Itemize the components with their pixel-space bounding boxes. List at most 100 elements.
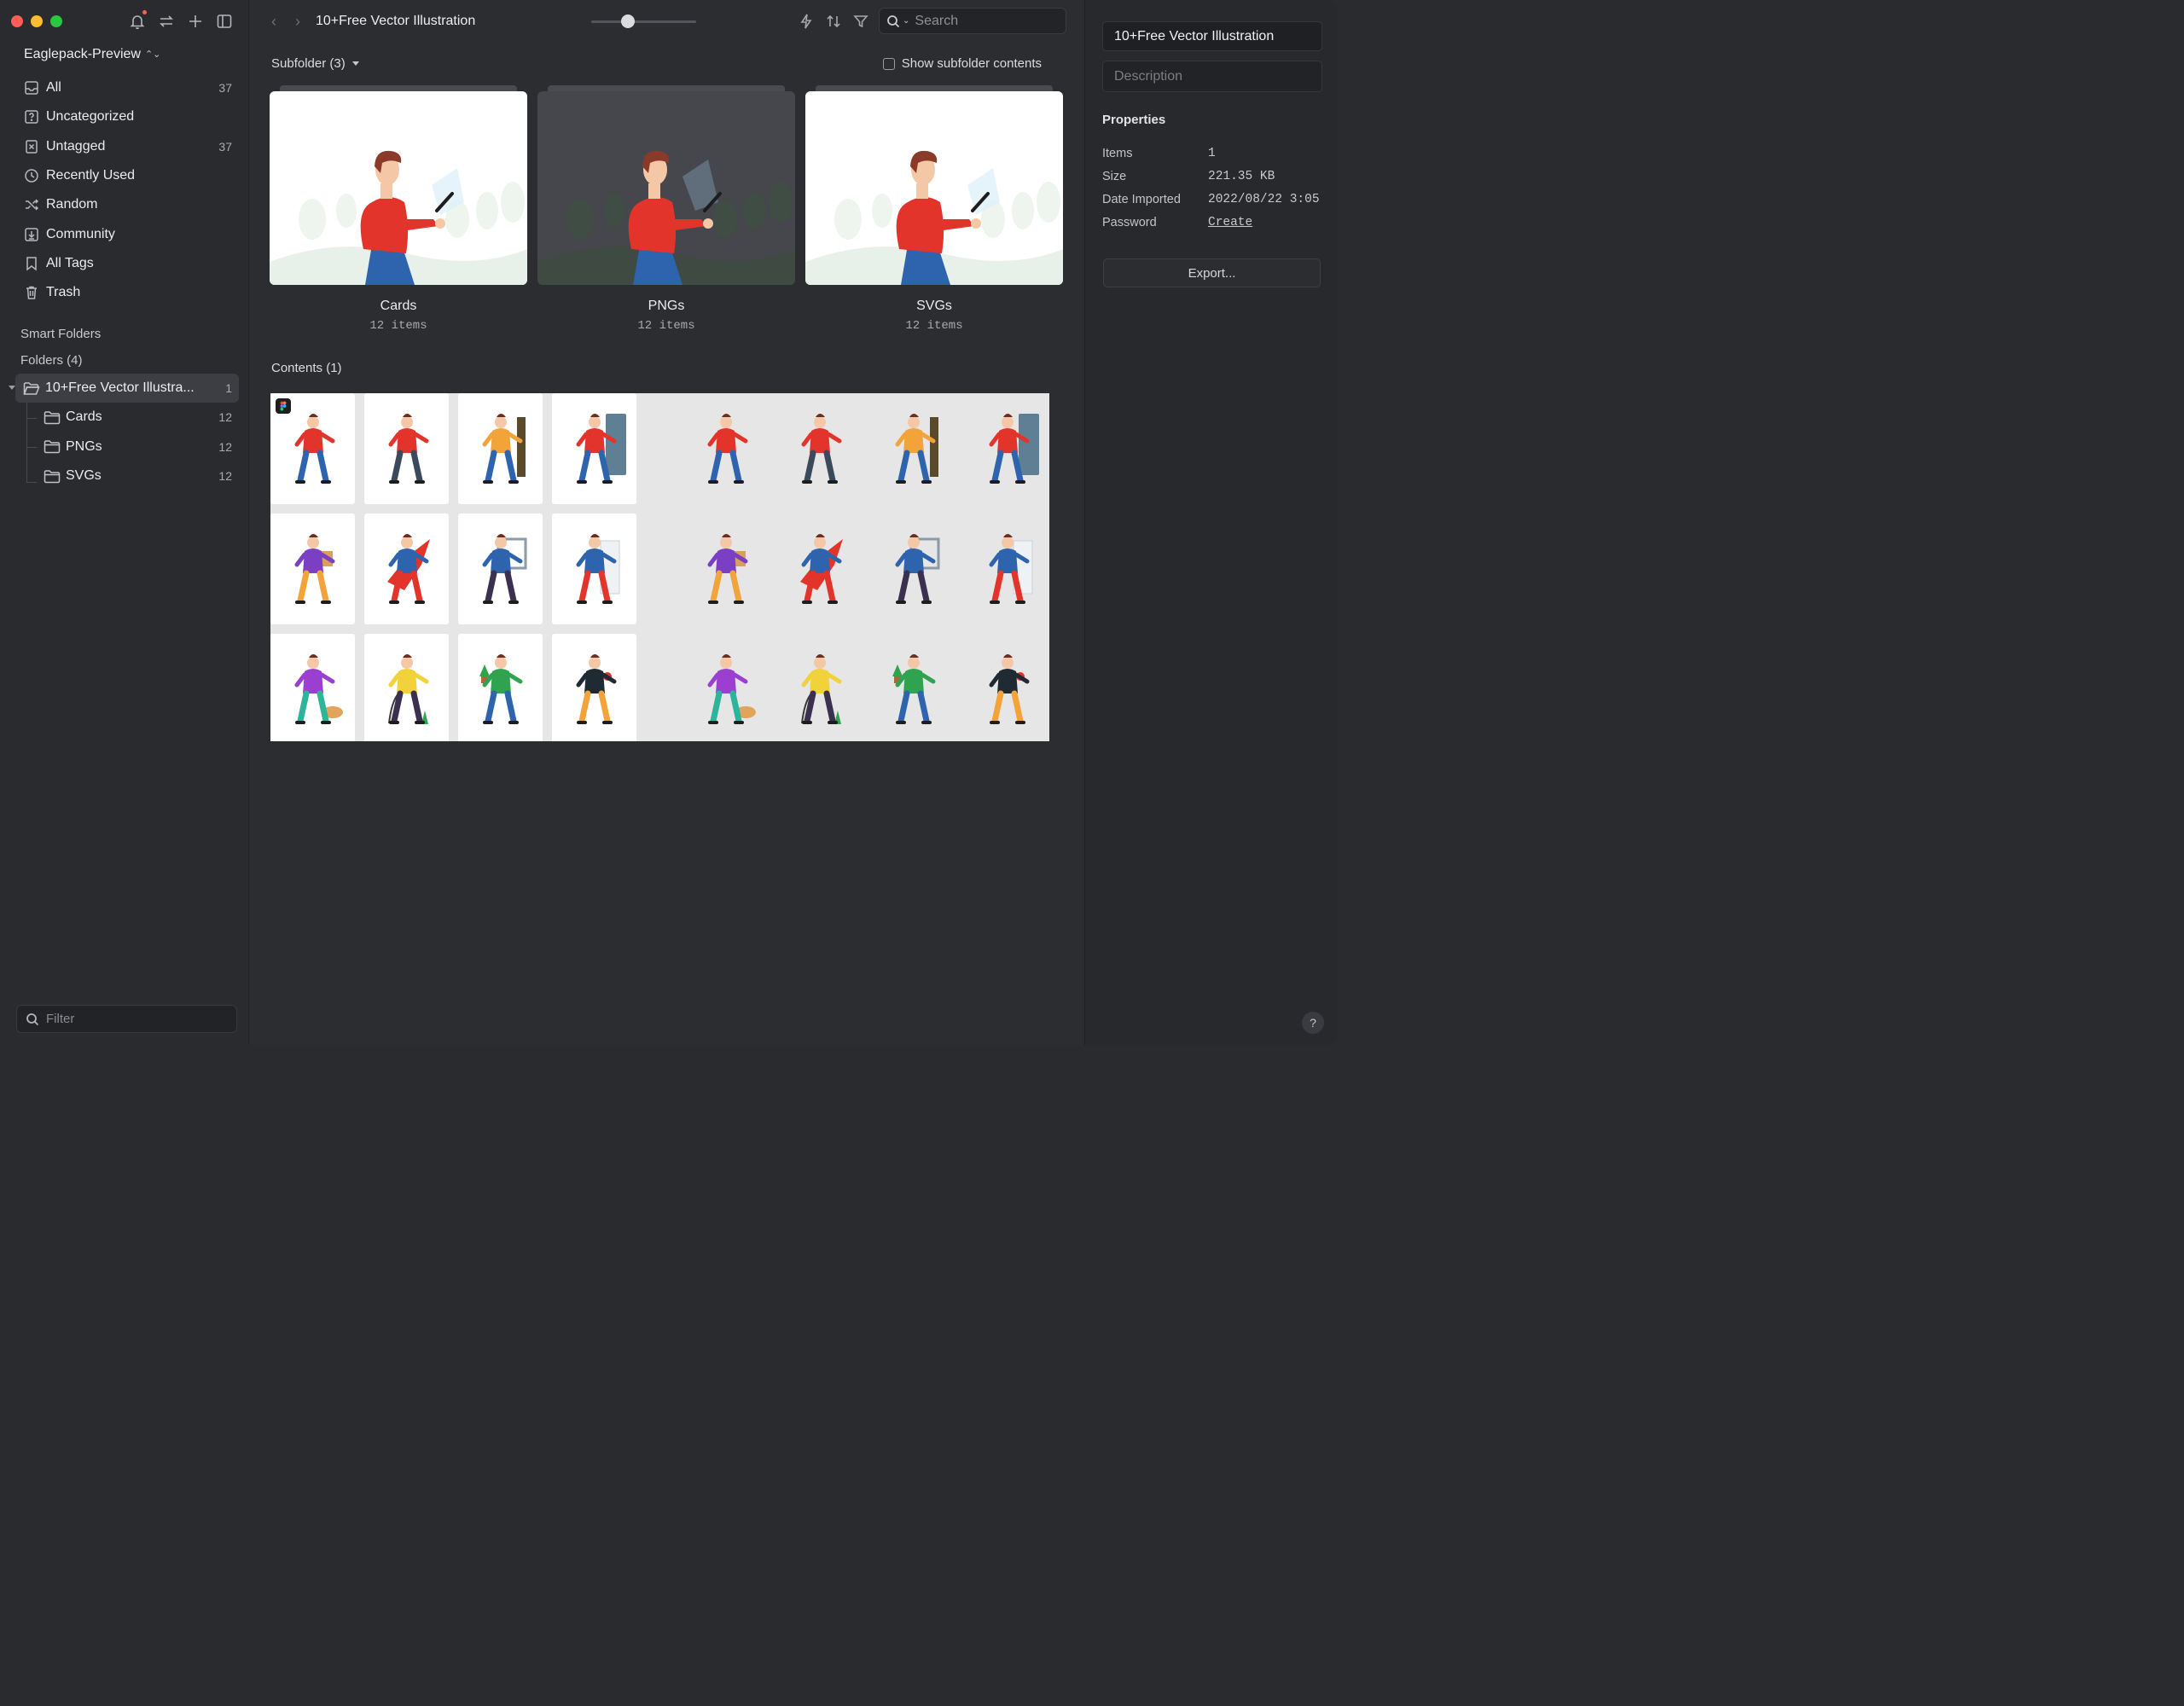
content-item-thumbnail[interactable] xyxy=(270,393,1049,741)
illustration-grid xyxy=(270,393,636,741)
properties-heading: Properties xyxy=(1102,113,1166,127)
illustration-cell xyxy=(552,514,636,624)
illustration-cell xyxy=(270,514,355,624)
inspector-panel: 10+Free Vector Illustration Description … xyxy=(1084,0,1338,1045)
sync-arrows-icon[interactable] xyxy=(156,11,177,32)
filter-funnel-icon[interactable] xyxy=(851,11,871,32)
illustration-cell xyxy=(364,514,449,624)
bell-icon[interactable] xyxy=(127,10,148,32)
close-window-button[interactable] xyxy=(11,15,23,27)
illustration-cell xyxy=(871,514,956,624)
character-illustration xyxy=(707,414,747,484)
untagged-icon xyxy=(23,138,40,155)
sidebar-item-count: 37 xyxy=(218,139,232,154)
illustration-cell xyxy=(458,634,543,741)
illustration-cell xyxy=(364,393,449,504)
smart-folders-header[interactable]: Smart Folders xyxy=(20,327,101,341)
illustration-cell xyxy=(552,634,636,741)
export-button[interactable]: Export... xyxy=(1103,258,1321,287)
disclosure-triangle-icon[interactable] xyxy=(9,386,15,390)
property-key: Date Imported xyxy=(1102,192,1181,206)
sort-icon[interactable] xyxy=(823,11,844,32)
subfolder-thumbnail[interactable] xyxy=(537,91,795,285)
show-subfolder-checkbox[interactable] xyxy=(882,57,895,70)
sidebar-item-all[interactable]: All 37 xyxy=(15,73,239,102)
illustration-cell xyxy=(777,634,862,741)
illustration-cell xyxy=(965,634,1049,741)
trash-icon xyxy=(23,284,40,301)
subfolder-thumbnail[interactable] xyxy=(270,91,527,285)
man-with-phone-illustration xyxy=(805,91,1063,285)
search-input[interactable]: ⌄ Search xyxy=(879,8,1066,34)
show-subfolder-toggle[interactable]: Show subfolder contents xyxy=(882,56,1042,71)
sidebar-item-untagged[interactable]: Untagged 37 xyxy=(15,132,239,161)
subfolder-cards: Cards 12 items PNGs 12 items SVGs 12 ite… xyxy=(270,85,1063,333)
folder-item-cards[interactable]: Cards 12 xyxy=(15,403,239,432)
character-illustration xyxy=(482,534,526,604)
property-value: 221.35 KB xyxy=(1208,169,1275,183)
help-button[interactable]: ? xyxy=(1302,1012,1324,1034)
character-illustration xyxy=(707,534,747,604)
folder-item-svgs[interactable]: SVGs 12 xyxy=(15,461,239,490)
sidebar-item-label: Uncategorized xyxy=(46,109,135,125)
illustration-cell xyxy=(364,634,449,741)
sidebar-item-random[interactable]: Random xyxy=(15,190,239,219)
sidebar-nav: All 37 Uncategorized Untagged 37 Recentl… xyxy=(15,73,239,307)
illustration-grid-blurred xyxy=(683,393,1049,741)
sidebar-toggle-icon[interactable] xyxy=(214,11,235,32)
zoom-window-button[interactable] xyxy=(50,15,62,27)
item-title-field[interactable]: 10+Free Vector Illustration xyxy=(1102,21,1322,51)
back-arrow-icon[interactable]: ‹ xyxy=(267,13,281,31)
character-illustration xyxy=(800,654,841,724)
folder-icon xyxy=(43,467,61,485)
sidebar-item-label: Recently Used xyxy=(46,168,136,183)
illustration-cell xyxy=(777,514,862,624)
plus-icon[interactable] xyxy=(185,11,206,32)
subfolder-card-svgs[interactable]: SVGs 12 items xyxy=(805,85,1063,333)
illustration-cell xyxy=(683,514,768,624)
illustration-cell xyxy=(683,634,768,741)
man-with-phone-illustration xyxy=(270,91,527,285)
subfolder-card-pngs[interactable]: PNGs 12 items xyxy=(537,85,795,333)
shuffle-icon xyxy=(23,196,40,213)
updown-chevron-icon: ⌃⌄ xyxy=(144,49,161,60)
zoom-slider-handle[interactable] xyxy=(621,15,636,28)
subfolder-count: 12 items xyxy=(637,319,695,333)
sidebar-item-community[interactable]: Community xyxy=(15,219,239,248)
character-illustration xyxy=(989,654,1029,724)
page-title: 10+Free Vector Illustration xyxy=(316,14,476,28)
property-row-date-imported: Date Imported 2022/08/22 3:05 xyxy=(1102,188,1333,211)
zoom-slider[interactable] xyxy=(591,20,696,23)
subfolder-thumbnail[interactable] xyxy=(805,91,1063,285)
search-placeholder: Search xyxy=(915,13,959,28)
property-row-size: Size 221.35 KB xyxy=(1102,165,1333,188)
sidebar-item-label: Trash xyxy=(46,285,81,300)
subfolder-header[interactable]: Subfolder (3) xyxy=(271,56,359,71)
library-switcher[interactable]: Eaglepack-Preview ⌃⌄ xyxy=(24,47,160,62)
lightning-icon[interactable] xyxy=(796,11,816,32)
history-nav: ‹ › xyxy=(267,13,305,31)
folder-count: 1 xyxy=(225,381,232,396)
folder-item-vector-illustration[interactable]: 10+Free Vector Illustra... 1 xyxy=(9,374,239,403)
sidebar-item-trash[interactable]: Trash xyxy=(15,278,239,307)
minimize-window-button[interactable] xyxy=(31,15,43,27)
character-illustration xyxy=(707,654,756,724)
folder-item-pngs[interactable]: PNGs 12 xyxy=(15,432,239,461)
create-password-link[interactable]: Create xyxy=(1208,216,1252,229)
property-value: 2022/08/22 3:05 xyxy=(1208,192,1320,206)
search-icon xyxy=(887,15,900,27)
subfolder-card-cards[interactable]: Cards 12 items xyxy=(270,85,527,333)
forward-arrow-icon[interactable]: › xyxy=(291,13,305,31)
sidebar-item-recently-used[interactable]: Recently Used xyxy=(15,161,239,190)
man-with-phone-illustration xyxy=(537,91,795,285)
chevron-down-icon[interactable]: ⌄ xyxy=(903,16,909,26)
illustration-cell xyxy=(871,634,956,741)
description-field[interactable]: Description xyxy=(1102,61,1322,92)
filter-input[interactable]: Filter xyxy=(16,1005,237,1033)
sidebar-item-uncategorized[interactable]: Uncategorized xyxy=(15,102,239,131)
folder-label: PNGs xyxy=(66,438,102,454)
clock-icon xyxy=(23,167,40,184)
folders-header[interactable]: Folders (4) xyxy=(20,353,83,368)
sidebar-item-all-tags[interactable]: All Tags xyxy=(15,249,239,278)
character-illustration xyxy=(895,534,939,604)
